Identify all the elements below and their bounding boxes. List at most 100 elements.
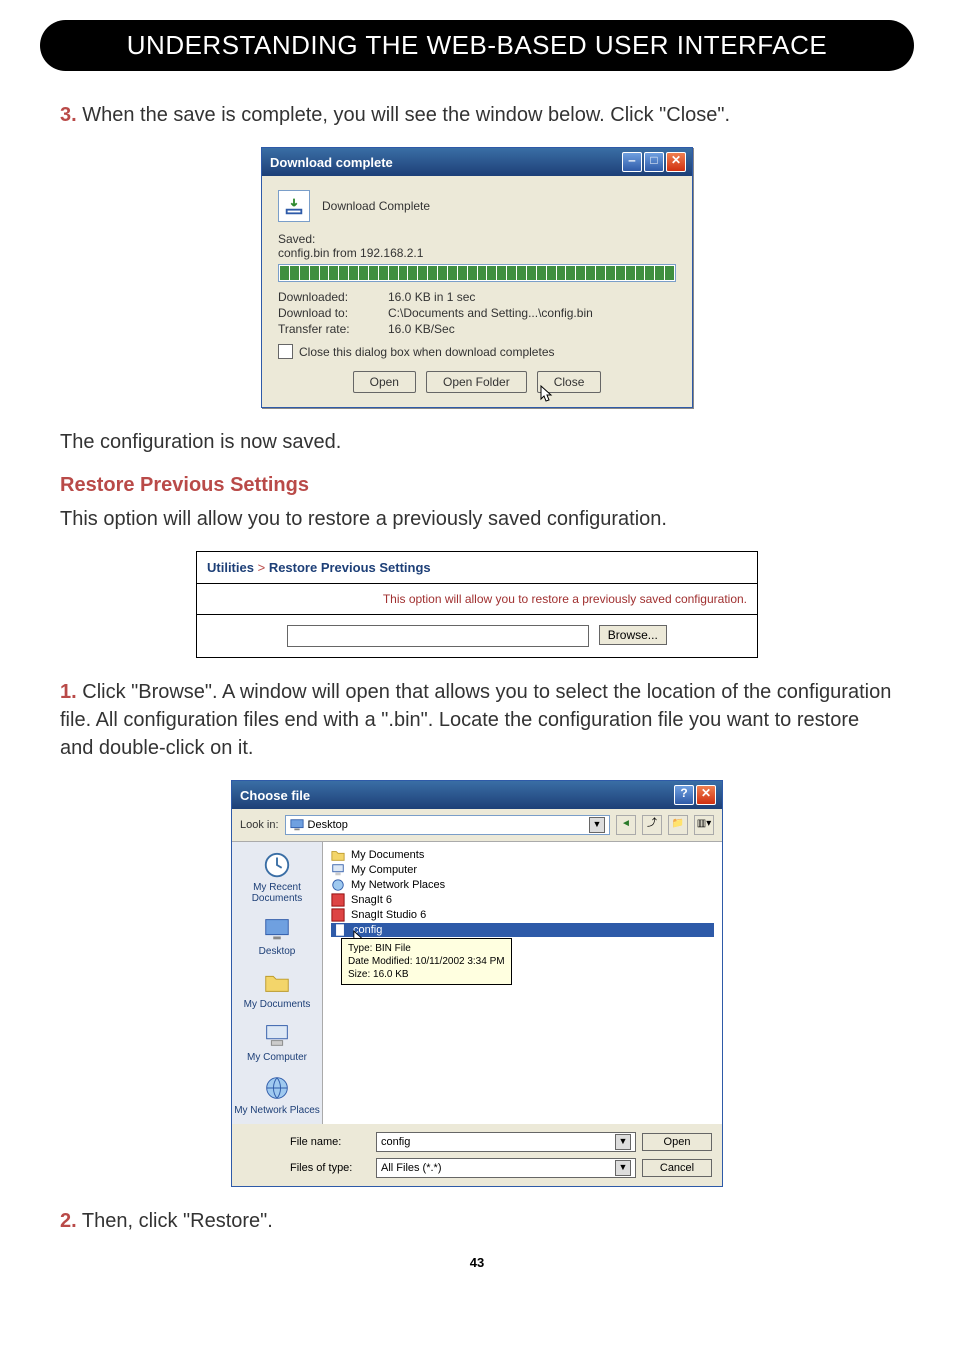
- close-when-complete-checkbox[interactable]: [278, 344, 293, 359]
- step-3: 3. When the save is complete, you will s…: [60, 101, 894, 129]
- download-complete-dialog: Download complete ‒ □ ✕ Download Complet…: [261, 147, 693, 408]
- step-number: 3.: [60, 104, 77, 126]
- step-number: 1.: [60, 681, 77, 703]
- help-button[interactable]: ?: [674, 785, 694, 805]
- file-label: My Documents: [351, 849, 424, 861]
- new-folder-button[interactable]: 📁: [668, 815, 688, 835]
- file-list[interactable]: My Documents My Computer My Network Plac…: [323, 842, 722, 1124]
- filetype-label: Files of type:: [290, 1162, 370, 1174]
- filetype-dropdown[interactable]: All Files (*.*) ▼: [376, 1158, 636, 1178]
- chevron-down-icon[interactable]: ▼: [589, 817, 605, 833]
- maximize-button[interactable]: □: [644, 152, 664, 172]
- lookin-value: Desktop: [308, 819, 348, 831]
- cancel-button[interactable]: Cancel: [642, 1159, 712, 1177]
- close-x-button[interactable]: ✕: [666, 152, 686, 172]
- file-label: My Network Places: [351, 879, 445, 891]
- shortcut-icon: [331, 893, 345, 907]
- file-label: My Computer: [351, 864, 417, 876]
- filename-label: File name:: [290, 1136, 370, 1148]
- close-when-complete-label: Close this dialog box when download comp…: [299, 345, 555, 359]
- file-label: SnagIt 6: [351, 894, 392, 906]
- places-desktop[interactable]: Desktop: [259, 914, 296, 957]
- up-one-level-button[interactable]: ⤴: [642, 815, 662, 835]
- tooltip-line: Date Modified: 10/11/2002 3:34 PM: [348, 955, 505, 968]
- breadcrumb-separator: >: [258, 560, 266, 575]
- step-text: Then, click "Restore".: [82, 1210, 273, 1232]
- downloaded-value: 16.0 KB in 1 sec: [388, 290, 676, 304]
- file-tooltip: Type: BIN File Date Modified: 10/11/2002…: [341, 938, 512, 985]
- filename-value: config: [381, 1136, 410, 1148]
- places-mycomp[interactable]: My Computer: [247, 1020, 307, 1063]
- restore-intro-text: This option will allow you to restore a …: [60, 505, 894, 533]
- page-number: 43: [0, 1255, 954, 1270]
- places-label: My Recent Documents: [232, 882, 322, 904]
- restore-panel-desc: This option will allow you to restore a …: [197, 584, 757, 615]
- file-icon: [333, 923, 347, 937]
- computer-icon: [262, 1020, 292, 1050]
- cursor-icon: [539, 385, 557, 405]
- list-item[interactable]: SnagIt Studio 6: [331, 908, 714, 922]
- places-label: My Documents: [244, 999, 311, 1010]
- step-text: Click "Browse". A window will open that …: [60, 681, 891, 759]
- lookin-label: Look in:: [240, 819, 279, 831]
- views-button[interactable]: ▥▾: [694, 815, 714, 835]
- places-recent[interactable]: My Recent Documents: [232, 850, 322, 904]
- saved-label: Saved:: [278, 232, 676, 246]
- section-title: UNDERSTANDING THE WEB-BASED USER INTERFA…: [60, 30, 894, 61]
- restore-file-input[interactable]: [287, 625, 589, 647]
- filetype-value: All Files (*.*): [381, 1162, 442, 1174]
- dialog-titlebar[interactable]: Download complete ‒ □ ✕: [262, 148, 692, 176]
- list-item[interactable]: My Computer: [331, 863, 714, 877]
- places-label: My Computer: [247, 1052, 307, 1063]
- restore-heading: Restore Previous Settings: [60, 474, 894, 497]
- list-item[interactable]: SnagIt 6: [331, 893, 714, 907]
- downloadto-label: Download to:: [278, 306, 388, 320]
- list-item-selected[interactable]: config: [331, 923, 714, 937]
- download-complete-label: Download Complete: [322, 199, 430, 213]
- progress-bar: [278, 264, 676, 282]
- computer-icon: [331, 863, 345, 877]
- downloaded-label: Downloaded:: [278, 290, 388, 304]
- lookin-dropdown[interactable]: Desktop ▼: [285, 815, 610, 835]
- section-header: UNDERSTANDING THE WEB-BASED USER INTERFA…: [40, 20, 914, 71]
- dialog-titlebar[interactable]: Choose file ? ✕: [232, 781, 722, 809]
- network-icon: [262, 1073, 292, 1103]
- open-button[interactable]: Open: [353, 371, 416, 393]
- recent-icon: [262, 850, 292, 880]
- list-item[interactable]: My Network Places: [331, 878, 714, 892]
- places-mydocs[interactable]: My Documents: [244, 967, 311, 1010]
- breadcrumb-root: Utilities: [207, 560, 254, 575]
- restore-panel-title: Utilities > Restore Previous Settings: [197, 552, 757, 584]
- choose-file-dialog: Choose file ? ✕ Look in: Desktop ▼ ◄ ⤴ 📁…: [231, 780, 723, 1187]
- places-bar: My Recent Documents Desktop My Documents…: [232, 842, 323, 1124]
- minimize-button[interactable]: ‒: [622, 152, 642, 172]
- desktop-icon: [290, 818, 304, 832]
- step-number: 2.: [60, 1210, 77, 1232]
- step-text: When the save is complete, you will see …: [82, 104, 730, 126]
- chevron-down-icon[interactable]: ▼: [615, 1160, 631, 1176]
- folder-icon: [262, 967, 292, 997]
- list-item[interactable]: My Documents: [331, 848, 714, 862]
- file-label: SnagIt Studio 6: [351, 909, 426, 921]
- close-x-button[interactable]: ✕: [696, 785, 716, 805]
- rate-value: 16.0 KB/Sec: [388, 322, 676, 336]
- filename-input[interactable]: config ▼: [376, 1132, 636, 1152]
- downloadto-value: C:\Documents and Setting...\config.bin: [388, 306, 676, 320]
- desktop-icon: [262, 914, 292, 944]
- places-mynet[interactable]: My Network Places: [234, 1073, 320, 1116]
- rate-label: Transfer rate:: [278, 322, 388, 336]
- chevron-down-icon[interactable]: ▼: [615, 1134, 631, 1150]
- back-button[interactable]: ◄: [616, 815, 636, 835]
- shortcut-icon: [331, 908, 345, 922]
- step-1: 1. Click "Browse". A window will open th…: [60, 678, 894, 762]
- browse-button[interactable]: Browse...: [599, 625, 667, 645]
- places-label: My Network Places: [234, 1105, 320, 1116]
- tooltip-line: Type: BIN File: [348, 942, 505, 955]
- folder-icon: [331, 848, 345, 862]
- open-folder-button[interactable]: Open Folder: [426, 371, 527, 393]
- step-2: 2. Then, click "Restore".: [60, 1207, 894, 1235]
- places-label: Desktop: [259, 946, 296, 957]
- saved-value: config.bin from 192.168.2.1: [278, 246, 676, 260]
- dialog-title: Choose file: [240, 788, 310, 803]
- open-button[interactable]: Open: [642, 1133, 712, 1151]
